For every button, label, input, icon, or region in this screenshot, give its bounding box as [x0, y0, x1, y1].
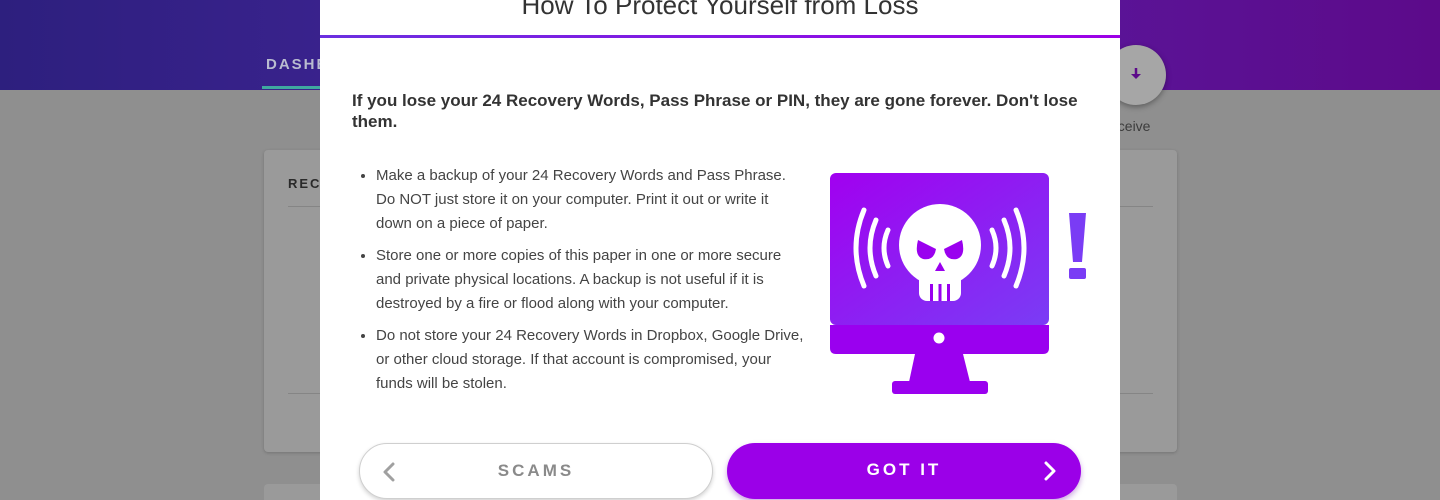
scams-button-label: SCAMS	[497, 461, 575, 480]
tab-active-indicator	[262, 86, 322, 89]
chevron-right-icon	[1044, 461, 1056, 481]
hacked-computer-skull-icon	[830, 173, 1086, 394]
chevron-left-icon	[383, 462, 395, 482]
list-item: Make a backup of your 24 Recovery Words …	[376, 164, 806, 236]
modal-title: How To Protect Yourself from Loss	[521, 0, 919, 20]
list-item: Store one or more copies of this paper i…	[376, 244, 806, 316]
tips-list: Make a backup of your 24 Recovery Words …	[376, 164, 806, 404]
protect-modal: How To Protect Yourself from Loss If you…	[320, 0, 1120, 500]
got-it-button[interactable]: GOT IT	[727, 443, 1081, 499]
title-divider	[320, 35, 1120, 38]
got-it-button-label: GOT IT	[866, 460, 942, 479]
scams-button[interactable]: SCAMS	[359, 443, 713, 499]
download-arrow-icon	[1131, 68, 1141, 79]
list-item: Do not store your 24 Recovery Words in D…	[376, 324, 806, 396]
warning-lead: If you lose your 24 Recovery Words, Pass…	[352, 91, 1078, 131]
